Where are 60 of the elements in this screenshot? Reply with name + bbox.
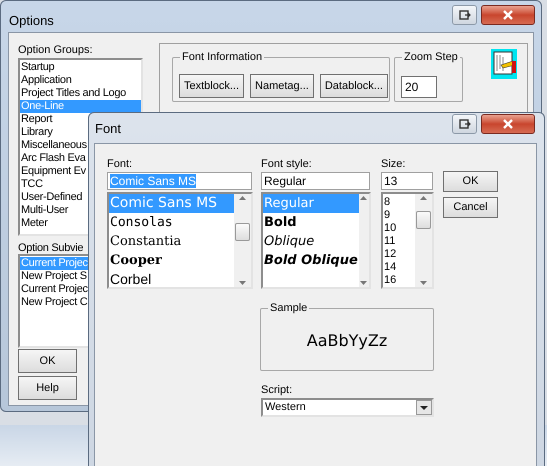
list-item[interactable]: Bold Oblique bbox=[263, 251, 359, 270]
list-item[interactable]: Bold bbox=[263, 213, 359, 232]
close-button[interactable] bbox=[481, 5, 535, 25]
close-icon bbox=[502, 119, 514, 129]
zoom-step-field[interactable]: 20 bbox=[401, 76, 437, 98]
scrollbar[interactable] bbox=[234, 194, 251, 287]
dialog-button[interactable]: OK bbox=[443, 171, 498, 192]
scroll-thumb[interactable] bbox=[416, 211, 431, 229]
down-arrow-icon bbox=[239, 281, 246, 285]
close-icon bbox=[502, 10, 514, 20]
font-button[interactable]: Textblock... bbox=[179, 74, 244, 98]
list-item[interactable]: Startup bbox=[20, 61, 141, 74]
list-item[interactable]: 14 bbox=[383, 261, 415, 274]
sample-text: AaBbYyZz bbox=[306, 330, 388, 352]
list-label: Option Subvie bbox=[18, 241, 84, 256]
field-label: Size: bbox=[381, 157, 406, 172]
dialog-button[interactable]: Cancel bbox=[443, 197, 498, 218]
field-label: Font: bbox=[107, 157, 132, 172]
field-label: Font style: bbox=[261, 157, 312, 172]
dialog-button[interactable]: Help bbox=[18, 376, 77, 400]
dialog-button[interactable]: OK bbox=[18, 349, 77, 373]
list-item[interactable]: 11 bbox=[383, 235, 415, 248]
list-item[interactable]: Project Titles and Logo bbox=[20, 87, 141, 100]
window-title: Options bbox=[9, 12, 54, 30]
font-style-field[interactable]: Regular bbox=[261, 172, 370, 190]
list-item[interactable]: 10 bbox=[383, 222, 415, 235]
drawing-tool-icon bbox=[491, 49, 517, 79]
dialog-title: Font bbox=[95, 120, 122, 138]
down-arrow-icon bbox=[360, 281, 368, 285]
restore-button[interactable] bbox=[452, 5, 477, 25]
list-item[interactable]: 12 bbox=[383, 248, 415, 261]
restore-button[interactable] bbox=[452, 114, 477, 134]
list-label: Option Groups: bbox=[18, 43, 93, 58]
field-label: Script: bbox=[261, 383, 292, 398]
scrollbar[interactable] bbox=[358, 194, 369, 287]
list-item[interactable]: Application bbox=[20, 74, 141, 87]
list-item[interactable]: Oblique bbox=[263, 232, 359, 251]
script-dropdown[interactable]: Western bbox=[261, 398, 434, 417]
font-button[interactable]: Nametag... bbox=[250, 74, 314, 98]
font-list[interactable]: Comic Sans MS Consolas Constantia Cooper Corbel bbox=[107, 192, 253, 289]
dropdown-button[interactable] bbox=[416, 400, 432, 415]
down-arrow-icon bbox=[420, 281, 427, 285]
scrollbar[interactable] bbox=[415, 194, 432, 287]
scroll-thumb[interactable] bbox=[235, 223, 250, 241]
list-item[interactable]: 9 bbox=[383, 209, 415, 222]
restore-icon bbox=[458, 10, 470, 20]
up-arrow-icon bbox=[420, 196, 427, 200]
group-label: Sample bbox=[268, 301, 310, 315]
close-button[interactable] bbox=[481, 114, 535, 134]
up-arrow-icon bbox=[239, 196, 246, 200]
up-arrow-icon bbox=[360, 196, 368, 200]
font-button[interactable]: Datablock... bbox=[320, 74, 388, 98]
font-style-list[interactable]: Regular Bold Oblique Bold Oblique bbox=[261, 192, 371, 289]
down-arrow-icon bbox=[420, 406, 428, 410]
group-label: Zoom Step bbox=[402, 50, 460, 64]
restore-icon bbox=[458, 119, 470, 129]
list-item[interactable]: 8 bbox=[383, 196, 415, 209]
list-item[interactable]: 16 bbox=[383, 274, 415, 287]
size-field[interactable]: 13 bbox=[381, 172, 433, 190]
size-list[interactable]: 8 9 10 11 12 14 16 bbox=[381, 192, 434, 289]
